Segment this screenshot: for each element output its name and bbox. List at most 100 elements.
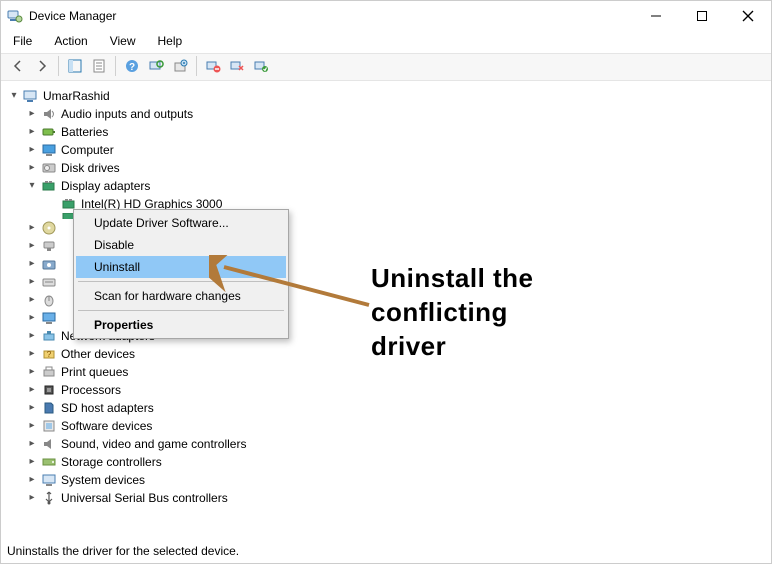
mouse-icon [41, 292, 57, 308]
tree-label: Batteries [61, 123, 108, 141]
minimize-button[interactable] [633, 1, 679, 31]
svg-text:?: ? [47, 350, 52, 359]
display-adapter-icon [41, 178, 57, 194]
collapse-icon[interactable]: ▾ [25, 179, 39, 193]
tree-label: Computer [61, 141, 114, 159]
keyboard-icon [41, 274, 57, 290]
tree-label: Sound, video and game controllers [61, 435, 246, 453]
dvd-icon [41, 220, 57, 236]
monitor-icon [41, 142, 57, 158]
scan-hardware-button[interactable] [145, 55, 167, 77]
tree-item-software[interactable]: ▸ Software devices [5, 417, 767, 435]
tree-item-batteries[interactable]: ▸ Batteries [5, 123, 767, 141]
cm-update-driver[interactable]: Update Driver Software... [76, 212, 286, 234]
annotation-text: Uninstall the conflicting driver [371, 261, 534, 363]
back-button[interactable] [7, 55, 29, 77]
tree-label: Software devices [61, 417, 152, 435]
expand-icon[interactable]: ▸ [25, 311, 39, 325]
expand-icon[interactable]: ▸ [25, 329, 39, 343]
menu-help[interactable]: Help [154, 33, 187, 49]
menu-file[interactable]: File [9, 33, 36, 49]
expand-icon[interactable]: ▸ [25, 383, 39, 397]
expand-icon[interactable]: ▸ [25, 491, 39, 505]
titlebar: Device Manager [1, 1, 771, 31]
storage-icon [41, 454, 57, 470]
cm-properties[interactable]: Properties [76, 314, 286, 336]
expand-icon[interactable]: ▸ [25, 473, 39, 487]
enable-button[interactable] [250, 55, 272, 77]
cm-disable[interactable]: Disable [76, 234, 286, 256]
expand-icon[interactable]: ▸ [25, 239, 39, 253]
annotation-line: driver [371, 329, 534, 363]
tree-label: SD host adapters [61, 399, 154, 417]
toolbar: ? [1, 53, 771, 81]
network-icon [41, 328, 57, 344]
expand-icon[interactable]: ▸ [25, 419, 39, 433]
tree-item-usb[interactable]: ▸ Universal Serial Bus controllers [5, 489, 767, 507]
tree-label: UmarRashid [43, 87, 110, 105]
expand-icon[interactable]: ▸ [25, 143, 39, 157]
system-icon [41, 472, 57, 488]
expand-icon[interactable]: ▸ [25, 365, 39, 379]
help-button[interactable]: ? [121, 55, 143, 77]
tree-label: Universal Serial Bus controllers [61, 489, 228, 507]
tree-item-print[interactable]: ▸ Print queues [5, 363, 767, 381]
update-driver-button[interactable] [169, 55, 191, 77]
expand-icon[interactable]: ▸ [25, 293, 39, 307]
uninstall-button[interactable] [202, 55, 224, 77]
window-title: Device Manager [29, 9, 116, 23]
properties-button[interactable] [88, 55, 110, 77]
annotation-arrow [209, 255, 379, 315]
expand-icon[interactable]: ▸ [25, 347, 39, 361]
expand-icon[interactable]: ▸ [25, 275, 39, 289]
tree-label: Storage controllers [61, 453, 162, 471]
menu-action[interactable]: Action [50, 33, 91, 49]
menu-view[interactable]: View [106, 33, 140, 49]
other-devices-icon: ? [41, 346, 57, 362]
tree-label: Disk drives [61, 159, 120, 177]
maximize-button[interactable] [679, 1, 725, 31]
tree-item-processors[interactable]: ▸ Processors [5, 381, 767, 399]
expand-icon[interactable]: ▸ [25, 437, 39, 451]
tree-label: Audio inputs and outputs [61, 105, 193, 123]
svg-text:?: ? [129, 62, 135, 73]
tree-item-display[interactable]: ▾ Display adapters [5, 177, 767, 195]
speaker-icon [41, 106, 57, 122]
expand-icon[interactable]: ▸ [25, 107, 39, 121]
expand-icon[interactable]: ▸ [25, 161, 39, 175]
tree-label: Display adapters [61, 177, 150, 195]
monitor-icon [41, 310, 57, 326]
tree-label: Processors [61, 381, 121, 399]
computer-root-icon [23, 88, 39, 104]
hid-icon [41, 238, 57, 254]
annotation-line: Uninstall the [371, 261, 534, 295]
tree-item-audio[interactable]: ▸ Audio inputs and outputs [5, 105, 767, 123]
usb-icon [41, 490, 57, 506]
disable-button[interactable] [226, 55, 248, 77]
status-text: Uninstalls the driver for the selected d… [7, 544, 239, 558]
tree-item-computer[interactable]: ▸ Computer [5, 141, 767, 159]
tree-item-storage[interactable]: ▸ Storage controllers [5, 453, 767, 471]
menubar: File Action View Help [1, 31, 771, 53]
show-hide-tree-button[interactable] [64, 55, 86, 77]
disk-icon [41, 160, 57, 176]
tree-item-sound[interactable]: ▸ Sound, video and game controllers [5, 435, 767, 453]
statusbar: Uninstalls the driver for the selected d… [1, 541, 771, 563]
tree-label: Print queues [61, 363, 128, 381]
tree-label: Other devices [61, 345, 135, 363]
software-icon [41, 418, 57, 434]
collapse-icon[interactable]: ▾ [7, 89, 21, 103]
device-manager-icon [7, 8, 23, 24]
tree-item-disk[interactable]: ▸ Disk drives [5, 159, 767, 177]
forward-button[interactable] [31, 55, 53, 77]
expand-icon[interactable]: ▸ [25, 257, 39, 271]
tree-item-system[interactable]: ▸ System devices [5, 471, 767, 489]
tree-item-sdhost[interactable]: ▸ SD host adapters [5, 399, 767, 417]
expand-icon[interactable]: ▸ [25, 455, 39, 469]
expand-icon[interactable]: ▸ [25, 125, 39, 139]
tree-root[interactable]: ▾ UmarRashid [5, 87, 767, 105]
close-button[interactable] [725, 1, 771, 31]
expand-icon[interactable]: ▸ [25, 221, 39, 235]
window-buttons [633, 1, 771, 31]
expand-icon[interactable]: ▸ [25, 401, 39, 415]
